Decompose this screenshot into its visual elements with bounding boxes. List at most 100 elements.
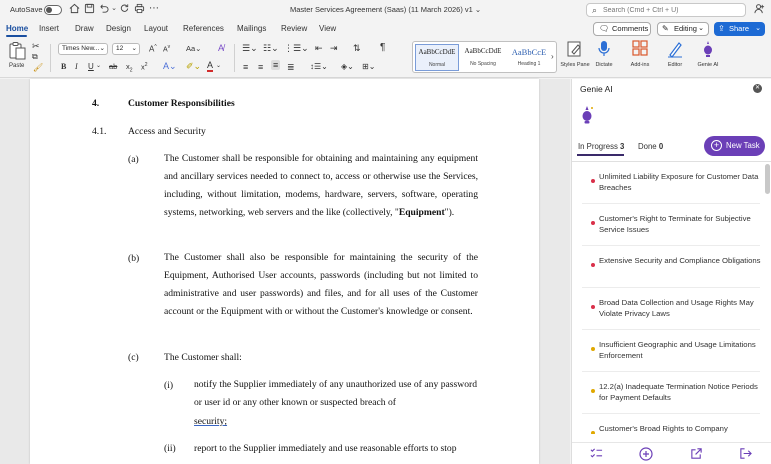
home-icon[interactable] [68,3,80,15]
tab-home[interactable]: Home [6,24,28,33]
styles-more-icon[interactable]: › [551,52,554,61]
in-progress-count: 3 [620,142,625,151]
subscript-icon[interactable]: x2 [126,62,133,74]
shading-icon[interactable]: ◈⌄ [341,62,354,71]
genie-logo-icon [580,105,594,125]
font-color-dropdown-icon[interactable]: ⌄ [216,62,221,69]
risk-dot-icon [591,431,595,434]
share-button[interactable]: ⇪ Share ⌄ [714,22,765,36]
increase-indent-icon[interactable]: ⇥ [330,43,338,54]
sign-out-icon[interactable] [738,447,752,461]
tab-mailings[interactable]: Mailings [237,24,266,33]
borders-icon[interactable]: ⊞⌄ [362,62,375,71]
font-color-icon[interactable]: A [207,61,214,72]
addins-button[interactable]: Add-ins [623,40,657,69]
scrollbar-thumb[interactable] [765,164,770,194]
shrink-font-icon[interactable]: Av [163,44,170,53]
tab-layout[interactable]: Layout [144,24,168,33]
decrease-indent-icon[interactable]: ⇤ [315,43,323,54]
open-external-icon[interactable] [689,447,703,461]
justify-icon[interactable]: ≣ [287,62,295,73]
sort-icon[interactable]: ⇅ [353,43,361,54]
grow-font-icon[interactable]: A^ [149,44,157,54]
clear-formatting-icon[interactable]: A̸ [218,43,224,53]
highlight-icon[interactable]: ✐⌄ [186,61,201,72]
redo-icon[interactable] [118,3,130,15]
task-item[interactable]: Customer's Broad Rights to Company [582,414,760,434]
style-no-spacing-preview: AaBbCcDdE [464,47,502,55]
share-person-icon[interactable] [754,3,765,17]
italic-icon[interactable]: I [75,62,78,71]
multilevel-list-icon[interactable]: ⋮☰⌄ [284,43,309,54]
tab-done[interactable]: Done 0 [638,142,663,151]
genie-ai-button[interactable]: Genie AI [691,40,725,69]
font-name-select[interactable]: Times New... ⌄ [58,43,108,55]
document-page[interactable]: 4. Customer Responsibilities 4.1. Access… [30,79,539,464]
task-list: Unlimited Liability Exposure for Custome… [572,162,771,434]
add-task-icon[interactable] [639,447,653,461]
style-normal[interactable]: AaBbCcDdE Normal [415,44,459,71]
task-item[interactable]: Customer's Right to Terminate for Subjec… [582,204,760,246]
active-tab-indicator [6,35,27,37]
save-icon[interactable] [83,3,95,15]
style-no-spacing[interactable]: AaBbCcDdE No Spacing [461,44,505,71]
clause-number: 4.1. [92,126,107,137]
tab-view[interactable]: View [319,24,336,33]
dictate-button[interactable]: Dictate [587,40,621,69]
tab-review[interactable]: Review [281,24,307,33]
text-effects-icon[interactable]: A⌄ [163,61,177,72]
panel-bottom-bar [572,442,771,464]
task-item[interactable]: Broad Data Collection and Usage Rights M… [582,288,760,330]
task-item[interactable]: 12.2(a) Inadequate Termination Notice Pe… [582,372,760,414]
style-heading-1[interactable]: AaBbCcE Heading 1 [507,44,551,71]
editor-button[interactable]: Editor [658,40,692,69]
sub-i-label: (i) [164,380,174,391]
document-title[interactable]: Master Services Agreement (Saas) (11 Mar… [290,5,481,14]
paste-icon[interactable] [8,42,28,60]
risk-dot-icon [591,221,595,225]
strikethrough-icon[interactable]: ab [109,62,117,71]
document-canvas: 4. Customer Responsibilities 4.1. Access… [0,79,570,464]
more-icon[interactable]: ⋯ [148,3,160,15]
search-input[interactable] [603,5,743,16]
bold-icon[interactable]: B [61,62,66,71]
print-icon[interactable] [133,3,145,15]
comments-button[interactable]: 🗨 Comments [593,22,651,36]
underline-dropdown-icon[interactable]: ⌄ [96,62,101,69]
numbering-icon[interactable]: ☷⌄ [263,43,279,54]
underline-icon[interactable]: U [88,62,94,71]
tab-design[interactable]: Design [106,24,131,33]
task-list-icon[interactable] [589,447,603,461]
close-icon[interactable]: ✕ [753,84,762,93]
editing-mode-button[interactable]: ✎ Editing ⌄ [657,22,709,36]
font-size-select[interactable]: 12 ⌄ [112,43,140,55]
task-item[interactable]: Insufficient Geographic and Usage Limita… [582,330,760,372]
cut-icon[interactable]: ✂ [32,41,40,52]
align-center-icon[interactable]: ≡ [258,62,263,72]
align-left-icon[interactable]: ≡ [243,62,248,72]
align-right-icon[interactable]: ≡ [271,60,281,70]
change-case-icon[interactable]: Aa⌄ [186,44,201,53]
tab-references[interactable]: References [183,24,224,33]
task-item[interactable]: Extensive Security and Compliance Obliga… [582,246,761,288]
genie-lamp-icon [691,40,725,62]
tab-in-progress[interactable]: In Progress 3 [578,142,624,151]
task-list-scrollbar[interactable] [765,164,770,432]
new-task-button[interactable]: + New Task [704,136,765,156]
tab-insert[interactable]: Insert [39,24,59,33]
editing-label: Editing [674,24,697,33]
tab-draw[interactable]: Draw [75,24,94,33]
format-painter-icon[interactable]: 🖌 [33,63,43,72]
clause-title: Access and Security [128,126,206,137]
line-spacing-icon[interactable]: ↕☰⌄ [310,62,328,71]
show-formatting-icon[interactable]: ¶ [380,42,385,53]
search-box[interactable]: ⌕ [586,3,746,17]
style-normal-label: Normal [428,62,446,68]
autosave-toggle[interactable] [44,5,62,15]
bullets-icon[interactable]: ☰⌄ [242,43,258,54]
superscript-icon[interactable]: x2 [141,62,148,72]
style-no-spacing-label: No Spacing [470,61,496,67]
copy-icon[interactable]: ⧉ [32,52,38,62]
microphone-icon [587,40,621,62]
task-item[interactable]: Unlimited Liability Exposure for Custome… [582,162,760,204]
